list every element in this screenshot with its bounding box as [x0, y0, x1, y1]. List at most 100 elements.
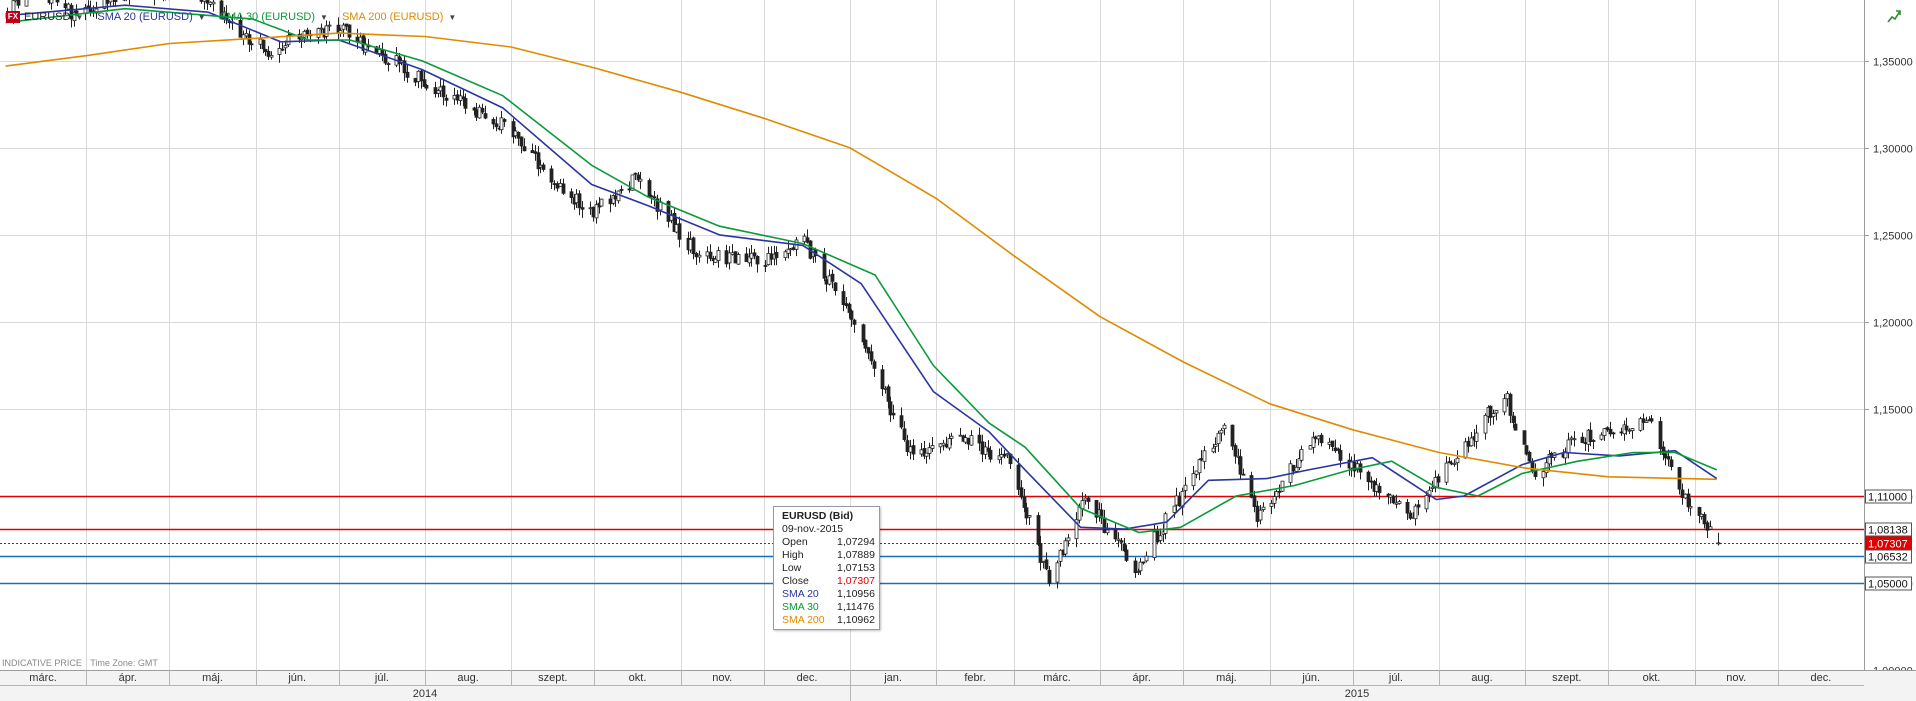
candle-body-down — [1449, 462, 1454, 465]
candle-body-up — [269, 55, 274, 58]
month-tick-label: júl. — [1388, 672, 1403, 684]
candle-body-up — [908, 446, 913, 453]
candle-body-down — [619, 189, 624, 191]
candle-body-down — [205, 0, 210, 4]
candle[interactable] — [1527, 450, 1532, 464]
candle[interactable] — [1638, 416, 1643, 432]
candle[interactable] — [1249, 471, 1254, 499]
candle-body-down — [1527, 451, 1532, 462]
candle-body-up — [377, 49, 382, 54]
candle-body-up — [1080, 500, 1085, 510]
candle-body-down — [627, 188, 632, 191]
candle-body-up — [969, 435, 974, 446]
candle-body-down — [755, 255, 760, 265]
trend-chart-icon[interactable] — [1886, 8, 1902, 24]
candle-body-down — [652, 196, 657, 199]
candle-body-up — [1299, 449, 1304, 461]
candle[interactable] — [1063, 537, 1068, 557]
candle-body-up — [202, 0, 207, 2]
candle-body-up — [1163, 513, 1168, 534]
candle[interactable] — [1522, 430, 1527, 445]
dropdown-arrow-icon[interactable]: ▼ — [198, 13, 206, 22]
level-label: 1,07307 — [1868, 539, 1908, 551]
candle-body-up — [1502, 398, 1507, 413]
candle[interactable] — [24, 0, 29, 7]
level-label: 1,08138 — [1868, 525, 1908, 537]
candle-body-down — [1366, 471, 1371, 483]
price-tick-label: 1,25000 — [1873, 231, 1913, 243]
candle-body-down — [1119, 540, 1124, 543]
tooltip-row-label: SMA 20 — [782, 588, 819, 600]
candle-body-down — [769, 253, 774, 260]
candle[interactable] — [1230, 424, 1235, 451]
candle[interactable] — [1683, 493, 1688, 500]
legend-symbol[interactable]: EURUSD ▼ — [24, 11, 83, 23]
price-chart[interactable]: 1,000001,050001,100001,150001,200001,250… — [0, 0, 1916, 701]
candle-body-up — [458, 95, 463, 101]
legend-symbol-label: EURUSD — [24, 11, 71, 23]
candle-body-up — [1327, 441, 1332, 445]
month-tick-label: szept. — [1552, 672, 1581, 684]
price-tick-label: 1,35000 — [1873, 57, 1913, 69]
candle-body-up — [1172, 505, 1177, 513]
candle-body-down — [1291, 464, 1296, 472]
candle-body-up — [513, 130, 518, 137]
candle-body-down — [502, 119, 507, 122]
candle[interactable] — [599, 198, 604, 207]
month-tick-label: okt. — [629, 672, 647, 684]
candle-body-down — [419, 70, 424, 82]
legend-item-sma20[interactable]: SMA 20 (EURUSD) ▼ — [97, 11, 205, 23]
candle-body-down — [649, 195, 654, 198]
candle-body-down — [1155, 530, 1160, 543]
candle-body-up — [697, 254, 702, 258]
level-label: 1,05000 — [1868, 579, 1908, 591]
candle-body-up — [963, 437, 968, 443]
dropdown-arrow-icon[interactable]: ▼ — [75, 13, 83, 22]
candle-body-down — [530, 150, 535, 154]
candle-body-up — [1599, 434, 1604, 440]
candle-body-down — [444, 97, 449, 101]
candle-body-up — [316, 28, 321, 38]
candle-body-down — [888, 401, 893, 416]
year-tick-label: 2015 — [1345, 688, 1369, 700]
candle-body-down — [1522, 430, 1527, 445]
candle-body-up — [727, 252, 732, 264]
tooltip-date: 09-nov.-2015 — [782, 523, 844, 535]
tooltip-row-value: 1,07294 — [837, 536, 875, 548]
candle-body-up — [1216, 432, 1221, 444]
candle[interactable] — [1280, 480, 1285, 493]
candle-body-down — [1002, 453, 1007, 457]
candle[interactable] — [647, 178, 652, 198]
candle-body-up — [1388, 494, 1393, 498]
candle[interactable] — [1036, 512, 1041, 547]
candle-body-down — [561, 183, 566, 194]
data-tooltip: EURUSD (Bid) 09-nov.-2015 Open 1,07294 H… — [773, 506, 880, 630]
candle-body-down — [1313, 436, 1318, 440]
candle-body-down — [1649, 418, 1654, 422]
candle-body-down — [1580, 436, 1585, 444]
candle-body-up — [1152, 531, 1157, 558]
candle[interactable] — [733, 251, 738, 264]
candle-body-up — [736, 254, 741, 265]
candle[interactable] — [1524, 444, 1529, 456]
time-axis: márc. ápr. máj. jún. júl. aug. szept. okt. nov. d… — [0, 670, 1916, 701]
level-label: 1,11000 — [1868, 492, 1907, 504]
candle-body-up — [930, 445, 935, 449]
candle-body-down — [849, 310, 854, 320]
dropdown-arrow-icon[interactable]: ▼ — [448, 13, 456, 22]
legend-item-sma200[interactable]: SMA 200 (EURUSD) ▼ — [342, 11, 456, 23]
dropdown-arrow-icon[interactable]: ▼ — [320, 13, 328, 22]
candle[interactable] — [1308, 445, 1313, 450]
legend-item-sma30[interactable]: SMA 30 (EURUSD) ▼ — [220, 11, 328, 23]
candle-body-up — [574, 193, 579, 204]
candle-body-down — [852, 319, 857, 325]
candle-body-up — [1444, 462, 1449, 483]
candle-body-up — [730, 252, 735, 255]
candle-body-down — [1016, 464, 1021, 490]
candle-body-down — [1024, 507, 1029, 519]
candle[interactable] — [736, 252, 741, 265]
candle-body-down — [1466, 440, 1471, 447]
candle-body-down — [424, 84, 429, 89]
candle-body-down — [872, 361, 877, 369]
candle-body-up — [1041, 561, 1046, 563]
